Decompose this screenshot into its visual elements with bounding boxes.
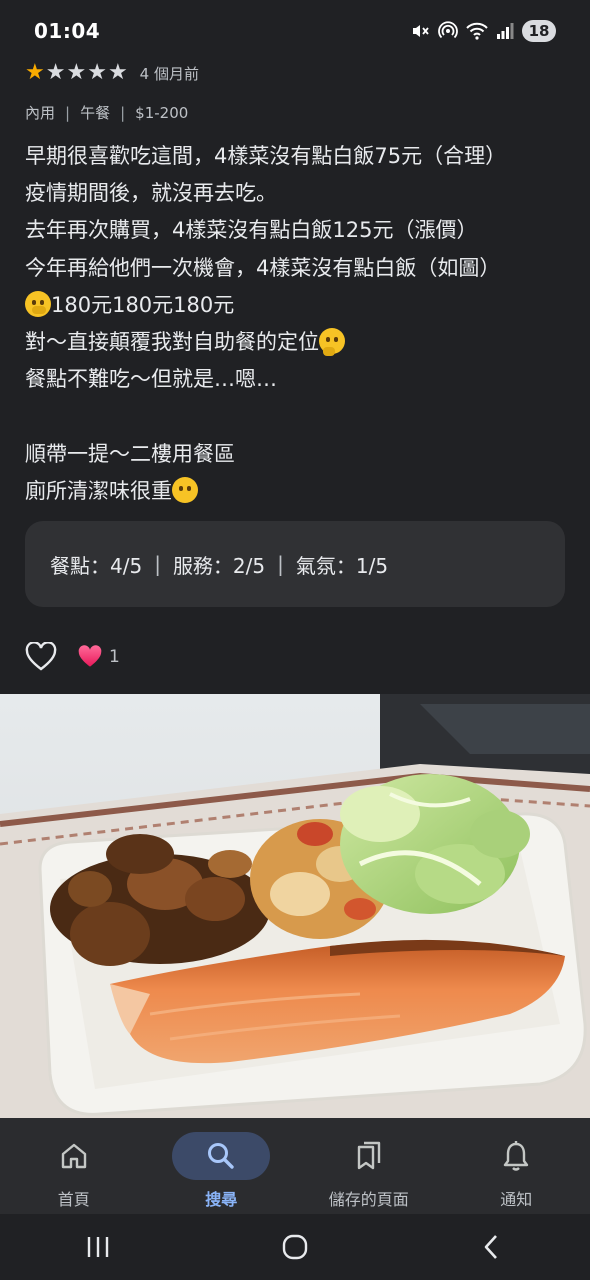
nav-label: 搜尋 xyxy=(205,1190,238,1209)
meal-type: 午餐 xyxy=(80,104,111,122)
dine-type: 內用 xyxy=(25,104,56,122)
bell-icon xyxy=(504,1141,529,1171)
review-line-with-emoji: 對～直接顛覆我對自助餐的定位 xyxy=(25,324,570,361)
review-line: 對～直接顛覆我對自助餐的定位 xyxy=(25,330,319,355)
review-text: 早期很喜歡吃這間，4樣菜沒有點白飯75元（合理） 疫情期間後，就沒再去吃。去年再次… xyxy=(25,138,570,510)
nav-icon-container xyxy=(172,1132,271,1180)
review-line: 餐點不難吃～但就是…嗯… xyxy=(25,367,277,392)
nav-label: 首頁 xyxy=(57,1190,90,1209)
face-with-open-eyes-and-hand-over-mouth-icon xyxy=(25,290,51,317)
like-button[interactable] xyxy=(25,641,57,673)
review-blank-line xyxy=(25,398,570,435)
bottom-navigation: 首頁 搜尋 儲存的頁面 通知 xyxy=(0,1118,590,1214)
review-age: 4 個月前 xyxy=(139,64,199,83)
star-empty-icon: ★ xyxy=(66,60,87,85)
star-empty-icon: ★ xyxy=(107,60,128,85)
system-navigation-bar xyxy=(0,1214,590,1280)
review-photo[interactable] xyxy=(0,694,590,1118)
review-line: 去年再次購買，4樣菜沒有點白飯125元（漲價） xyxy=(25,218,478,243)
review-line-with-emoji: 廁所清潔味很重 xyxy=(25,473,570,510)
nav-icon-container xyxy=(467,1132,565,1180)
review-line: 180元180元180元 xyxy=(51,292,235,317)
review-line: 順帶一提～二樓用餐區 xyxy=(25,441,235,466)
separator: | xyxy=(154,552,161,576)
rating-row: ★ ★ ★ ★ ★ 4 個月前 xyxy=(25,56,570,90)
nav-saved[interactable]: 儲存的頁面 xyxy=(295,1118,443,1214)
star-rating: ★ ★ ★ ★ ★ xyxy=(25,62,128,84)
star-filled-icon: ★ xyxy=(25,60,45,85)
heart-outline-icon xyxy=(25,642,57,671)
back-icon[interactable] xyxy=(477,1232,507,1262)
star-empty-icon: ★ xyxy=(45,60,66,85)
separator: | xyxy=(65,103,71,122)
reactions-row: 1 xyxy=(25,640,120,674)
separator: | xyxy=(120,103,126,122)
atmosphere-rating: 氣氛：1/5 xyxy=(295,553,389,578)
nav-icon-container xyxy=(320,1132,418,1180)
mute-icon xyxy=(413,25,429,37)
wifi-icon xyxy=(466,22,488,40)
review-meta: 內用 | 午餐 | $1-200 xyxy=(25,102,570,123)
nav-home[interactable]: 首頁 xyxy=(0,1118,148,1214)
service-rating: 服務：2/5 xyxy=(172,553,266,578)
status-icons: 18 xyxy=(410,20,556,42)
hotspot-icon xyxy=(438,21,458,39)
price-range: $1-200 xyxy=(135,103,189,122)
review-line: 廁所清潔味很重 xyxy=(25,478,172,503)
review-line: 今年再給他們一次機會，4樣菜沒有點白飯（如圖） xyxy=(25,255,501,280)
food-photo-illustration xyxy=(0,694,590,1118)
review-line-with-emoji: 180元180元180元 xyxy=(25,287,570,324)
heart-filled-icon xyxy=(78,645,102,667)
review-line: 疫情期間後，就沒再去吃。 xyxy=(25,181,277,206)
home-button-icon[interactable] xyxy=(280,1232,310,1262)
face-without-mouth-icon xyxy=(172,476,198,503)
review-line: 早期很喜歡吃這間，4樣菜沒有點白飯75元（合理） xyxy=(25,144,507,168)
home-icon xyxy=(61,1143,86,1169)
nav-search[interactable]: 搜尋 xyxy=(148,1118,296,1214)
nav-label: 儲存的頁面 xyxy=(328,1190,409,1209)
nav-notifications[interactable]: 通知 xyxy=(443,1118,590,1214)
saved-pages-icon xyxy=(357,1141,380,1170)
heart-count: 1 xyxy=(109,647,120,667)
status-bar: 01:04 18 xyxy=(0,0,590,62)
subratings-box: 餐點：4/5 | 服務：2/5 | 氣氛：1/5 xyxy=(25,521,565,607)
review-card: ★ ★ ★ ★ ★ 4 個月前 內用 | 午餐 | $1-200 早期很喜歡吃這… xyxy=(25,56,570,510)
recent-apps-icon[interactable] xyxy=(83,1232,113,1262)
separator: | xyxy=(277,552,284,576)
signal-icon xyxy=(497,23,514,39)
thinking-face-icon xyxy=(319,328,345,357)
star-empty-icon: ★ xyxy=(87,60,107,85)
food-rating: 餐點：4/5 xyxy=(50,553,143,578)
search-icon xyxy=(208,1143,234,1169)
status-time: 01:04 xyxy=(34,19,101,43)
reaction-count[interactable]: 1 xyxy=(77,645,120,669)
nav-label: 通知 xyxy=(500,1190,533,1209)
battery-indicator: 18 xyxy=(522,20,556,42)
nav-icon-container xyxy=(25,1132,123,1180)
